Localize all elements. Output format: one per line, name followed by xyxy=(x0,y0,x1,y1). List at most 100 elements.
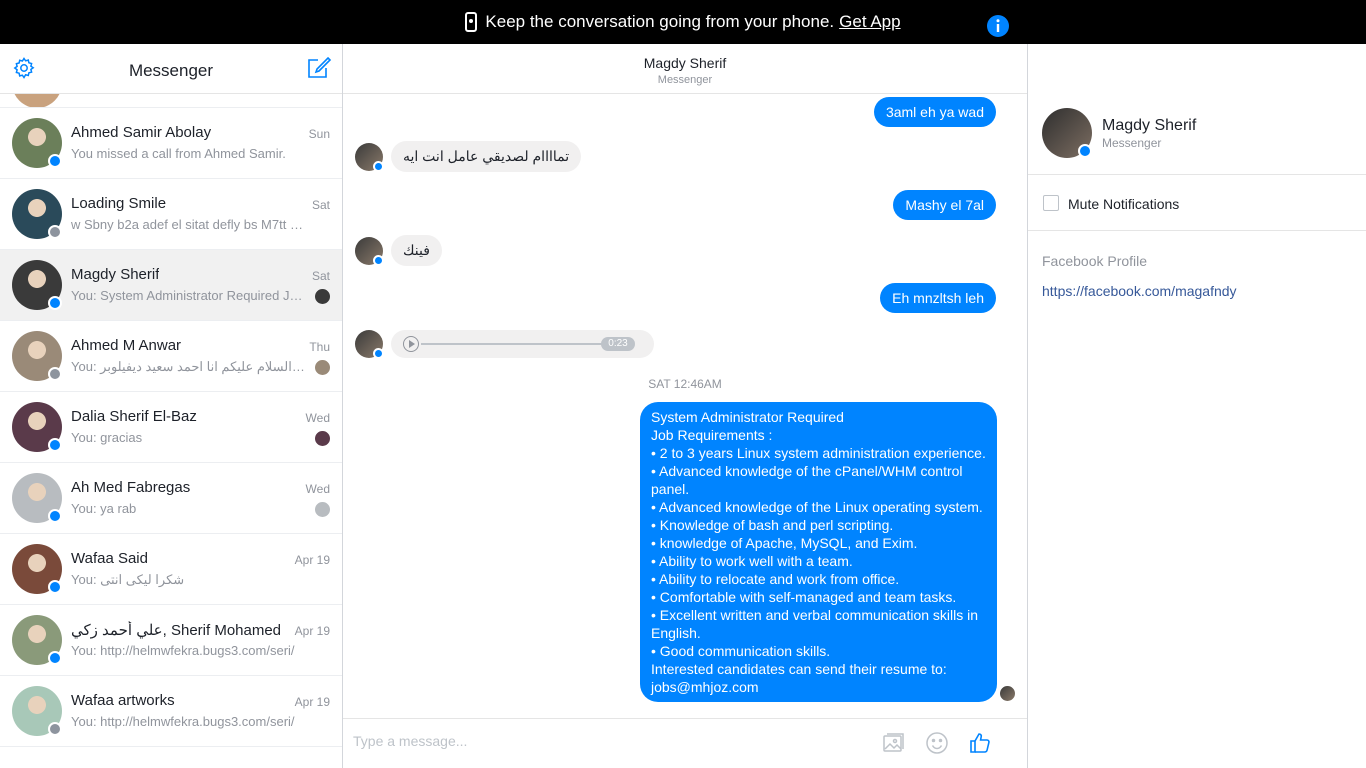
sidebar-title: Messenger xyxy=(128,61,214,80)
outgoing-long-message: System Administrator Required Job Require… xyxy=(640,402,997,702)
seen-avatar xyxy=(315,502,330,517)
compose-icon[interactable] xyxy=(306,55,332,81)
conversation-name: Dalia Sherif El-Baz xyxy=(71,408,197,425)
info-panel: Magdy Sherif Messenger Mute Notification… xyxy=(1028,94,1366,768)
message-line: System Administrator Required xyxy=(651,409,844,425)
conversation-name: Wafaa artworks xyxy=(71,692,175,709)
outgoing-message: Mashy el 7al xyxy=(893,190,996,220)
conversation-item[interactable]: علي أحمد زكي, Sherif Mohamed Apr 19 You: h… xyxy=(0,605,342,676)
conversation-time: Apr 19 xyxy=(294,553,330,567)
facebook-profile-heading: Facebook Profile xyxy=(1042,253,1148,269)
conversation-time: Sun xyxy=(308,127,330,141)
conversation-time: Wed xyxy=(305,411,330,425)
voice-message[interactable]: 0:23 xyxy=(391,330,654,358)
conversation-name: Ahmed Samir Abolay xyxy=(71,124,212,141)
message-line: Interested candidates can send their res… xyxy=(651,661,947,677)
conversation-item[interactable]: Magdy Sherif Sat You: System Administrator… xyxy=(0,250,342,321)
conversation-name: Magdy Sherif xyxy=(71,266,160,283)
mute-checkbox[interactable] xyxy=(1043,195,1059,211)
contact-avatar xyxy=(355,143,384,172)
conversation-item[interactable]: Loading Smile Sat w Sbny b2a adef el sitat… xyxy=(0,179,342,250)
conversation-time: Wed xyxy=(305,482,330,496)
conversation-snippet: You: ya rab xyxy=(71,501,137,516)
sidebar-header: Messenger xyxy=(0,44,342,94)
message-thread: 3aml eh ya wad تماااام لصديقي عامل انت ا… xyxy=(343,94,1027,718)
messenger-badge-icon xyxy=(1078,144,1092,158)
emoji-icon[interactable] xyxy=(925,731,949,755)
conversation-time: Sat xyxy=(311,198,330,212)
seen-avatar xyxy=(1000,686,1015,701)
conversation-item[interactable]: Wafaa Said Apr 19 You: شكرا ليكى انتى xyxy=(0,534,342,605)
contact-avatar xyxy=(355,330,384,359)
photo-icon[interactable] xyxy=(881,731,905,755)
facebook-badge-icon xyxy=(48,367,62,381)
mute-section: Mute Notifications xyxy=(1028,175,1366,231)
conversation-list: Ahmed Samir Abolay Sun You missed a call f… xyxy=(0,94,342,747)
conversation-item[interactable]: Ah Med Fabregas Wed You: ya rab xyxy=(0,463,342,534)
outgoing-message: Eh mnzltsh leh xyxy=(880,283,996,313)
profile-name: Magdy Sherif xyxy=(1102,117,1197,134)
facebook-badge-icon xyxy=(48,225,62,239)
message-line: • Advanced knowledge of the Linux operat… xyxy=(651,499,983,515)
conversation-time: Thu xyxy=(309,340,330,354)
message-line: Job Requirements : xyxy=(651,427,773,443)
conversation-snippet: You: http://helmwfekra.bugs3.com/seri/ xyxy=(71,714,295,729)
message-line: • Ability to relocate and work from offi… xyxy=(651,571,900,587)
thumbs-up-icon[interactable] xyxy=(968,731,992,755)
conversation-snippet: You: شكرا ليكى انتى xyxy=(71,572,185,587)
message-input[interactable] xyxy=(353,733,813,749)
incoming-message: تماااام لصديقي عامل انت ايه xyxy=(391,141,582,172)
conversation-item[interactable]: Ahmed M Anwar Thu You: السلام عليكم انا اح… xyxy=(0,321,342,392)
info-icon[interactable] xyxy=(986,14,1010,38)
messenger-badge-icon xyxy=(48,509,62,523)
messenger-badge-icon xyxy=(48,438,62,452)
mute-label[interactable]: Mute Notifications xyxy=(1068,196,1179,212)
facebook-badge-icon xyxy=(48,722,62,736)
get-app-banner: Keep the conversation going from your ph… xyxy=(0,0,1366,44)
message-line: • Good communication skills. xyxy=(651,643,831,659)
chat-contact-name: Magdy Sherif xyxy=(643,55,727,71)
list-item[interactable] xyxy=(0,94,342,108)
message-line: • Comfortable with self-managed and team… xyxy=(651,589,957,605)
conversation-item[interactable]: Ahmed Samir Abolay Sun You missed a call f… xyxy=(0,108,342,179)
message-timestamp: SAT 12:46AM xyxy=(648,377,722,391)
phone-icon xyxy=(465,12,478,32)
banner-text: Keep the conversation going from your ph… xyxy=(485,12,835,31)
get-app-link[interactable]: Get App xyxy=(839,12,900,32)
conversation-time: Apr 19 xyxy=(294,695,330,709)
conversation-time: Apr 19 xyxy=(294,624,330,638)
message-line: • Advanced knowledge of the cPanel/WHM c… xyxy=(651,463,963,497)
conversation-name: Wafaa Said xyxy=(71,550,148,567)
conversation-name: علي أحمد زكي, Sherif Mohamed xyxy=(71,622,282,639)
conversation-snippet: You missed a call from Ahmed Samir. xyxy=(71,146,286,161)
conversation-snippet: You: السلام عليكم انا احمد سعيد ديفيلوبر… xyxy=(71,359,307,374)
messenger-badge-icon xyxy=(48,651,62,665)
play-icon[interactable] xyxy=(403,336,419,352)
conversation-snippet: You: System Administrator Required Jo... xyxy=(71,288,307,303)
conversation-item[interactable]: Wafaa artworks Apr 19 You: http://helmwfek… xyxy=(0,676,342,747)
audio-track[interactable] xyxy=(421,343,607,345)
message-composer xyxy=(343,718,1027,768)
conversation-name: Ahmed M Anwar xyxy=(71,337,182,354)
conversation-time: Sat xyxy=(311,269,330,283)
message-line: • Ability to work well with a team. xyxy=(651,553,853,569)
conversation-snippet: w Sbny b2a adef el sitat defly bs M7tt m… xyxy=(71,217,307,232)
message-line: • knowledge of Apache, MySQL, and Exim. xyxy=(651,535,918,551)
facebook-profile-link[interactable]: https://facebook.com/magafndy xyxy=(1042,283,1237,299)
messenger-badge-icon xyxy=(48,580,62,594)
outgoing-message: 3aml eh ya wad xyxy=(873,97,996,127)
conversation-snippet: You: http://helmwfekra.bugs3.com/seri/ xyxy=(71,643,295,658)
message-line: • Knowledge of bash and perl scripting. xyxy=(651,517,894,533)
contact-avatar xyxy=(355,237,384,266)
chat-header: Magdy Sherif Messenger xyxy=(343,44,1027,94)
audio-duration: 0:23 xyxy=(601,337,635,351)
profile-section: Magdy Sherif Messenger xyxy=(1028,94,1366,175)
profile-sub: Messenger xyxy=(1102,136,1162,150)
seen-avatar xyxy=(315,360,330,375)
messenger-badge-icon xyxy=(48,154,62,168)
conversation-name: Loading Smile xyxy=(71,195,167,212)
seen-avatar xyxy=(315,289,330,304)
chat-panel: Magdy Sherif Messenger 3aml eh ya wad تم… xyxy=(343,15,1028,768)
conversation-item[interactable]: Dalia Sherif El-Baz Wed You: gracias xyxy=(0,392,342,463)
message-line: • 2 to 3 years Linux system administrati… xyxy=(651,445,986,461)
